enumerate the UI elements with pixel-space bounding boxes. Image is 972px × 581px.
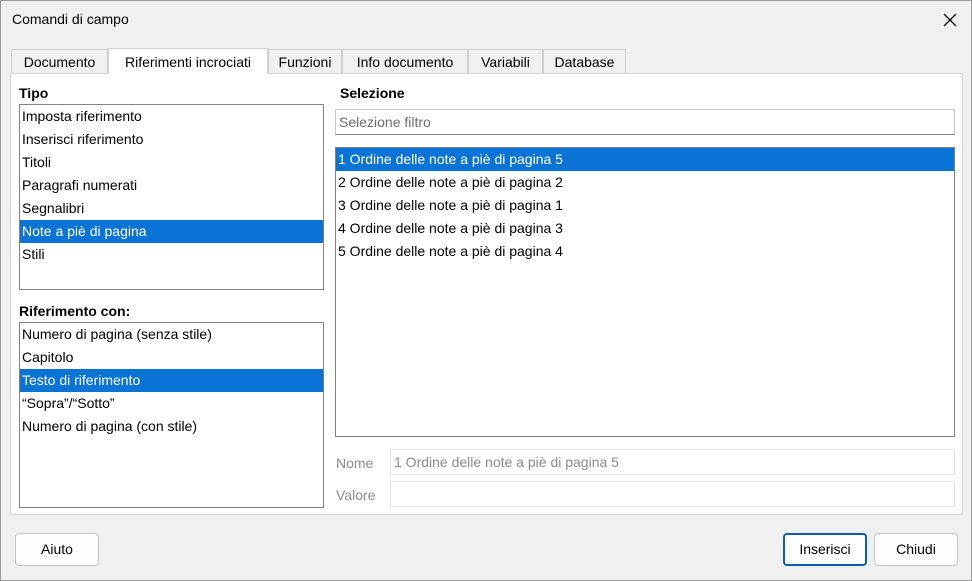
dialog-window: Comandi di campo Documento Riferimenti i…: [0, 0, 972, 581]
tipo-list[interactable]: Imposta riferimento Inserisci riferiment…: [19, 104, 324, 290]
close-icon: [943, 13, 957, 27]
nome-label: Nome: [336, 455, 374, 471]
list-item[interactable]: Numero di pagina (senza stile): [20, 323, 323, 346]
list-item[interactable]: Stili: [20, 243, 323, 266]
tab-variabili[interactable]: Variabili: [468, 49, 543, 73]
list-item[interactable]: Testo di riferimento: [20, 369, 323, 392]
list-item[interactable]: Paragrafi numerati: [20, 174, 323, 197]
tipo-label: Tipo: [19, 85, 49, 101]
tab-riferimenti-incrociati[interactable]: Riferimenti incrociati: [108, 48, 268, 74]
selezione-label: Selezione: [340, 85, 405, 101]
list-item[interactable]: “Sopra”/“Sotto”: [20, 392, 323, 415]
nome-field[interactable]: 1 Ordine delle note a piè di pagina 5: [390, 449, 955, 475]
valore-field[interactable]: [390, 481, 955, 507]
list-item[interactable]: Imposta riferimento: [20, 105, 323, 128]
tab-funzioni[interactable]: Funzioni: [268, 49, 342, 73]
list-item[interactable]: 4 Ordine delle note a piè di pagina 3: [336, 217, 954, 240]
list-item[interactable]: 5 Ordine delle note a piè di pagina 4: [336, 240, 954, 263]
insert-button[interactable]: Inserisci: [783, 533, 867, 566]
tab-documento[interactable]: Documento: [11, 49, 108, 73]
selezione-filter-input[interactable]: [335, 109, 955, 135]
list-item[interactable]: Segnalibri: [20, 197, 323, 220]
list-item[interactable]: 3 Ordine delle note a piè di pagina 1: [336, 194, 954, 217]
help-button[interactable]: Aiuto: [15, 533, 99, 566]
window-title: Comandi di campo: [12, 11, 129, 27]
list-item[interactable]: Numero di pagina (con stile): [20, 415, 323, 438]
tab-info-documento[interactable]: Info documento: [342, 49, 468, 73]
tab-panel: Tipo Imposta riferimento Inserisci rifer…: [10, 73, 963, 515]
list-item[interactable]: Note a piè di pagina: [20, 220, 323, 243]
list-item[interactable]: Capitolo: [20, 346, 323, 369]
valore-label: Valore: [336, 487, 376, 503]
riferimento-label: Riferimento con:: [19, 303, 131, 319]
close-window-button[interactable]: [935, 5, 965, 35]
list-item[interactable]: 1 Ordine delle note a piè di pagina 5: [336, 148, 954, 171]
title-bar: Comandi di campo: [1, 1, 971, 39]
selezione-list[interactable]: 1 Ordine delle note a piè di pagina 5 2 …: [335, 147, 955, 437]
close-button[interactable]: Chiudi: [874, 533, 958, 566]
riferimento-list[interactable]: Numero di pagina (senza stile) Capitolo …: [19, 322, 324, 508]
list-item[interactable]: Titoli: [20, 151, 323, 174]
list-item[interactable]: 2 Ordine delle note a piè di pagina 2: [336, 171, 954, 194]
list-item[interactable]: Inserisci riferimento: [20, 128, 323, 151]
tab-database[interactable]: Database: [543, 49, 626, 73]
